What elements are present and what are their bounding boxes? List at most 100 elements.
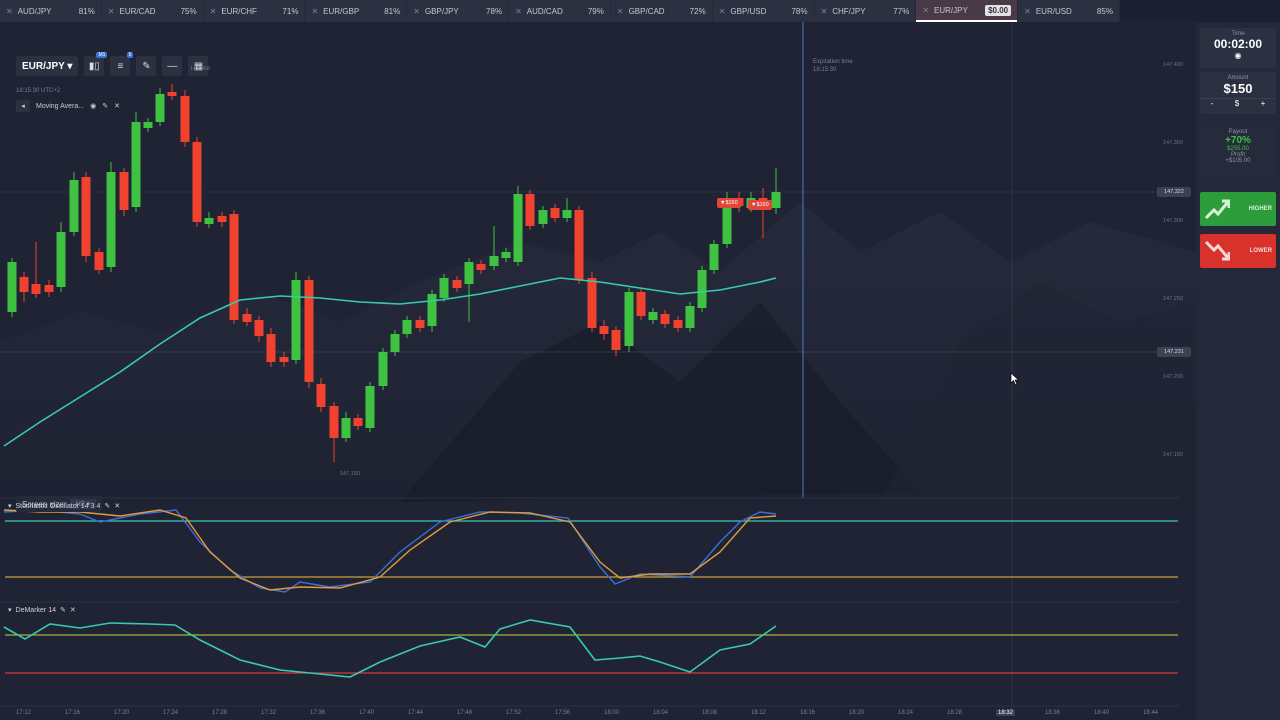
candle-body — [390, 334, 400, 352]
collapse-arrow-icon[interactable]: ◂ — [16, 100, 30, 112]
asset-tab-chf-jpy[interactable]: ✕ CHF/JPY 77% — [814, 0, 916, 22]
higher-button[interactable]: HIGHER — [1200, 192, 1276, 226]
asset-tab-eur-jpy[interactable]: ✕ EUR/JPY $0.00 — [916, 0, 1018, 22]
amount-box[interactable]: Amount $150 - $ + — [1200, 72, 1276, 114]
amount-value[interactable]: $150 — [1200, 81, 1276, 96]
asset-tab-eur-usd[interactable]: ✕ EUR/USD 85% — [1018, 0, 1119, 22]
close-icon[interactable]: ✕ — [719, 7, 726, 16]
indicators-button[interactable]: ≡ 5 — [110, 52, 134, 76]
pair-selector[interactable]: EUR/JPY ▾ — [16, 56, 79, 76]
candle-body — [106, 172, 116, 267]
time-axis-label: 18:20 — [849, 710, 865, 716]
time-axis-label: 18:44 — [1143, 710, 1159, 716]
chevron-down-icon[interactable]: ▾ — [8, 606, 12, 614]
candle-body — [476, 264, 486, 270]
asset-tab-aud-jpy[interactable]: ✕ AUD/JPY 81% — [0, 0, 101, 22]
edit-icon[interactable]: ✎ — [102, 102, 108, 110]
candle-body — [329, 406, 339, 438]
candle-body — [685, 306, 695, 328]
candle-body — [341, 418, 351, 438]
candle-body — [192, 142, 202, 222]
time-axis-label: 18:04 — [653, 710, 669, 716]
close-icon[interactable]: ✕ — [108, 7, 115, 16]
tab-payout: 79% — [587, 6, 604, 16]
stochastic-label: Stochastic Oscillator 14 3 4 — [15, 502, 101, 510]
clock-icon[interactable]: ◉ — [1200, 51, 1276, 60]
stochastic-panel-label: ▾ Stochastic Oscillator 14 3 4 ✎ ✕ — [8, 502, 120, 511]
amount-currency-button[interactable]: $ — [1235, 99, 1239, 108]
candle-body — [94, 252, 104, 270]
time-axis-label: 17:32 — [261, 710, 277, 716]
close-icon[interactable]: ✕ — [6, 7, 13, 16]
expiration-caption: Expiration time — [813, 59, 853, 65]
tab-payout: 72% — [689, 6, 706, 16]
close-icon[interactable]: ✕ — [70, 606, 76, 614]
chevron-down-icon[interactable]: ▾ — [8, 502, 12, 510]
asset-tab-gbp-usd[interactable]: ✕ GBP/USD 78% — [712, 0, 814, 22]
edit-icon[interactable]: ✎ — [60, 606, 66, 614]
asset-tab-eur-chf[interactable]: ✕ EUR/CHF 71% — [203, 0, 305, 22]
asset-tab-eur-gbp[interactable]: ✕ EUR/GBP 81% — [305, 0, 407, 22]
tab-pair: EUR/CAD — [119, 6, 156, 16]
stochastic-d-line — [3, 509, 777, 591]
candle-body — [402, 320, 412, 334]
payout-caption: Payout — [1228, 129, 1248, 135]
candle-body — [574, 210, 584, 280]
amount-plus-button[interactable]: + — [1261, 99, 1266, 108]
price-chart[interactable] — [0, 22, 1196, 720]
trade-marker[interactable]: ▼$150 — [748, 200, 772, 210]
drawing-button[interactable]: ✎ — [136, 56, 157, 76]
candle-body — [624, 292, 634, 346]
close-icon[interactable]: ✕ — [515, 7, 522, 16]
lower-button[interactable]: LOWER — [1200, 234, 1276, 268]
candle-body — [304, 280, 314, 382]
candles-icon: ▮▯ — [88, 60, 100, 72]
amount-minus-button[interactable]: - — [1211, 99, 1214, 108]
candle-body — [56, 232, 66, 287]
chart-type-button[interactable]: ▮▯ M1 — [84, 52, 108, 76]
price-axis-label: 147.300 — [1163, 218, 1183, 224]
candle-body — [697, 270, 707, 308]
eye-icon[interactable]: ◉ — [90, 102, 96, 110]
time-value[interactable]: 00:02:00 — [1200, 37, 1276, 51]
asset-tab-eur-cad[interactable]: ✕ EUR/CAD 75% — [101, 0, 203, 22]
time-axis-label: 18:28 — [947, 710, 963, 716]
time-axis-label: 17:16 — [65, 710, 81, 716]
price-axis-label: 147.200 — [1163, 374, 1183, 380]
tab-pair: CHF/JPY — [832, 6, 866, 16]
time-box[interactable]: Time 00:02:00 ◉ — [1200, 28, 1276, 68]
close-icon[interactable]: ✕ — [1024, 7, 1031, 16]
candle-body — [550, 208, 560, 218]
candle-body — [709, 244, 719, 270]
asset-tab-gbp-jpy[interactable]: ✕ GBP/JPY 78% — [407, 0, 509, 22]
mouse-cursor-icon — [1010, 372, 1020, 386]
candle-body — [599, 326, 609, 334]
candle-body — [155, 94, 165, 122]
close-icon[interactable]: ✕ — [413, 7, 420, 16]
asset-tab-aud-cad[interactable]: ✕ AUD/CAD 79% — [509, 0, 610, 22]
moving-average-line — [3, 277, 777, 447]
candle-body — [217, 216, 227, 222]
close-icon[interactable]: ✕ — [617, 7, 624, 16]
close-icon[interactable]: ✕ — [311, 7, 318, 16]
edit-icon[interactable]: ✎ — [104, 502, 110, 510]
asset-tab-gbp-cad[interactable]: ✕ GBP/CAD 72% — [610, 0, 712, 22]
time-axis-label: 17:28 — [212, 710, 228, 716]
indicator-row: ◂ Moving Avera... ◉ ✎ ✕ — [16, 100, 120, 112]
time-axis-label: 18:00 — [604, 710, 620, 716]
chart-area[interactable]: EUR/JPY ▾ ▮▯ M1 ≡ 5 ✎ — ▦ 18:15:30 UTC+2… — [0, 22, 1196, 720]
close-icon[interactable]: ✕ — [210, 7, 217, 16]
close-icon[interactable]: ✕ — [821, 7, 828, 16]
tab-payout: 77% — [893, 6, 910, 16]
time-axis-label: 17:12 — [16, 710, 32, 716]
close-icon[interactable]: ✕ — [114, 502, 120, 510]
candle-body — [771, 192, 781, 208]
time-axis-label: 18:08 — [702, 710, 718, 716]
close-icon[interactable]: ✕ — [922, 6, 929, 15]
line-tool-button[interactable]: — — [162, 56, 183, 76]
trade-marker[interactable]: ▼$150 — [717, 198, 741, 208]
payout-box: Payout +70% $255.00 Profit +$105.00 — [1200, 126, 1276, 182]
tab-pair: EUR/GBP — [323, 6, 360, 16]
close-icon[interactable]: ✕ — [114, 102, 120, 110]
candle-body — [180, 96, 190, 142]
